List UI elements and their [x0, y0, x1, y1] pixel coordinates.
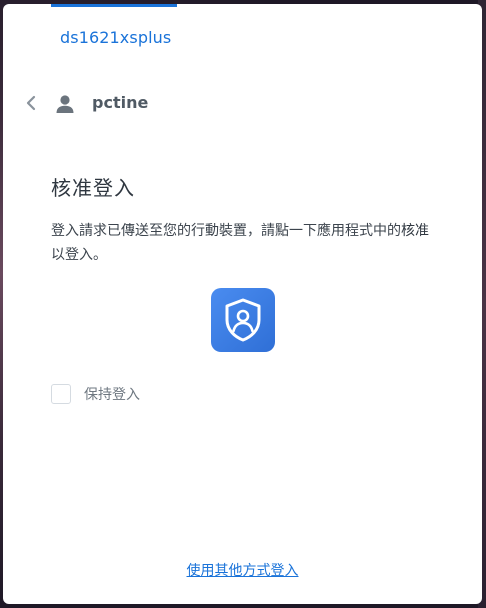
back-button[interactable]: [20, 92, 42, 114]
login-panel: ds1621xsplus pctine 核准登入 登入請求已傳送至您的行動裝置，…: [3, 4, 482, 604]
keep-signed-in-checkbox[interactable]: [51, 384, 71, 404]
approve-keyword: 核准: [401, 223, 429, 239]
top-accent-bar: [51, 4, 177, 7]
chevron-left-icon: [26, 95, 36, 111]
server-name: ds1621xsplus: [60, 28, 172, 47]
user-icon: [56, 95, 74, 113]
description-text-end: 以登入。: [51, 247, 107, 263]
description-text: 登入請求已傳送至您的行動裝置，請點一下應用程式中的: [51, 223, 401, 239]
approval-instructions: 登入請求已傳送至您的行動裝置，請點一下應用程式中的核准以登入。: [51, 219, 441, 267]
keep-signed-in-option[interactable]: 保持登入: [51, 384, 140, 404]
secure-signin-app-icon: [211, 288, 275, 352]
other-sign-in-method-link[interactable]: 使用其他方式登入: [3, 560, 482, 580]
username: pctine: [92, 93, 149, 112]
keep-signed-in-label: 保持登入: [84, 387, 140, 403]
page-title: 核准登入: [51, 176, 135, 200]
